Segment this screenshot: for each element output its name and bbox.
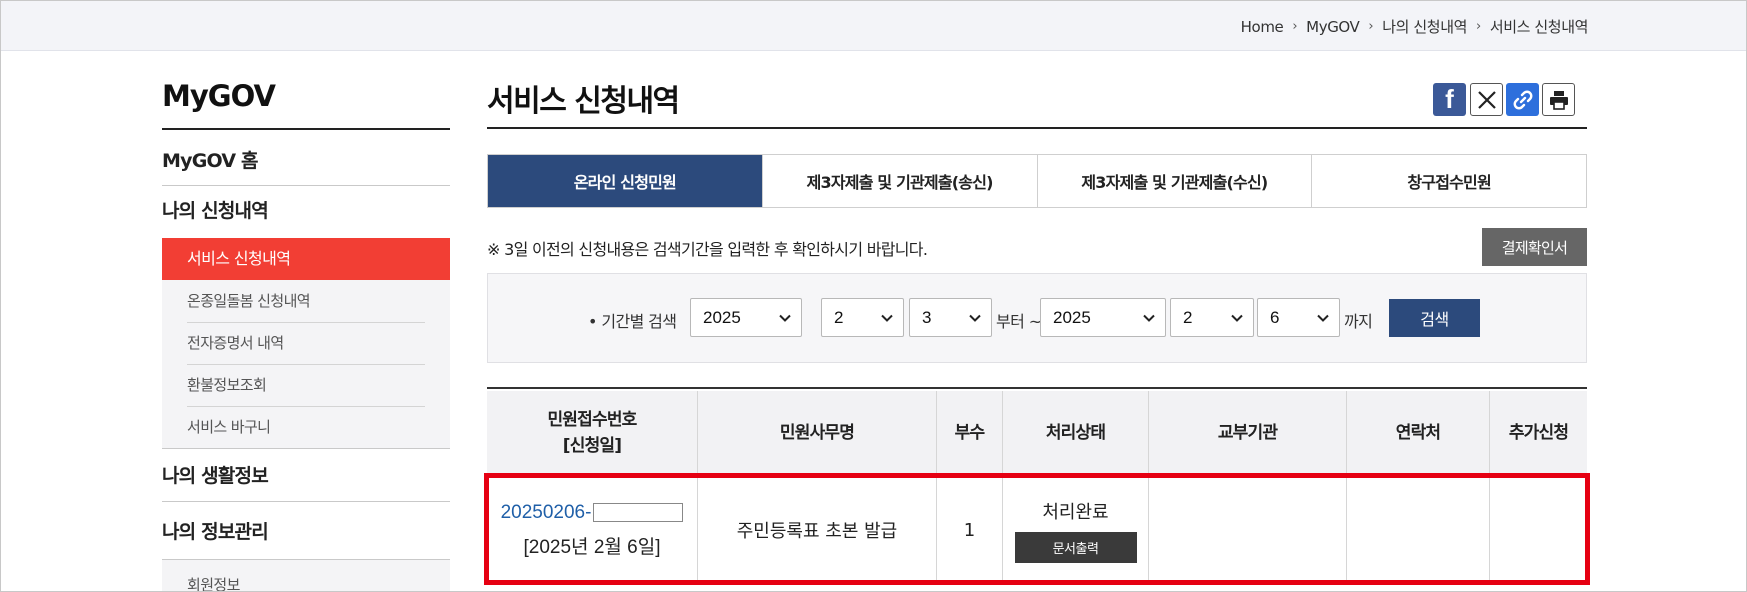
table-header: 민원접수번호 [신청일] 민원사무명 부수 처리상태 교부기관 연락처 추가신청 (487, 391, 1587, 475)
results-table: 민원접수번호 [신청일] 민원사무명 부수 처리상태 교부기관 연락처 추가신청… (484, 387, 1590, 585)
header-contact: 연락처 (1346, 391, 1489, 475)
sidebar-title-divider (162, 128, 450, 130)
to-suffix: 까지 (1344, 312, 1373, 331)
breadcrumb-current[interactable]: 서비스 신청내역 (1490, 16, 1589, 37)
title-divider (487, 127, 1587, 129)
payment-confirmation-button[interactable]: 결제확인서 (1482, 228, 1587, 266)
header-issuing-agency: 교부기관 (1148, 391, 1346, 475)
search-panel: • 기간별 검색 2025 2 3 부터 ~ 2025 2 6 까지 검색 (487, 273, 1587, 363)
header-copies: 부수 (936, 391, 1002, 475)
bullet-icon: • (588, 312, 602, 331)
print-icon[interactable] (1542, 83, 1575, 116)
cell-issuing-agency (1148, 475, 1346, 585)
sidebar-divider (162, 448, 450, 449)
chevron-right-icon: › (1368, 19, 1374, 34)
sidebar-subitem-service-basket[interactable]: 서비스 바구니 (187, 406, 425, 448)
chevron-down-icon (1143, 314, 1155, 322)
link-icon[interactable] (1506, 83, 1539, 116)
sidebar-title: MyGOV (162, 79, 276, 113)
sidebar-subitem-e-certificates[interactable]: 전자증명서 내역 (187, 322, 425, 364)
tab-third-party-sent[interactable]: 제3자제출 및 기관제출(송신) (761, 155, 1037, 207)
to-day-select[interactable]: 6 (1257, 298, 1340, 337)
from-suffix: 부터 ~ (996, 312, 1042, 331)
from-year-value: 2025 (703, 307, 741, 327)
page-frame: Home › MyGOV › 나의 신청내역 › 서비스 신청내역 MyGOV … (0, 0, 1747, 592)
top-band: Home › MyGOV › 나의 신청내역 › 서비스 신청내역 (1, 1, 1746, 51)
cell-receipt: 20250206- [2025년 2월 6일] (487, 475, 697, 585)
chevron-right-icon: › (1476, 19, 1481, 34)
receipt-number-link[interactable]: 20250206- (501, 502, 684, 524)
tab-counter-applications[interactable]: 창구접수민원 (1311, 155, 1586, 207)
sidebar-subitem-service-applications[interactable]: 서비스 신청내역 (162, 238, 450, 280)
from-year-select[interactable]: 2025 (690, 298, 802, 337)
status-text: 처리완료 (1042, 501, 1109, 523)
tab-online-applications[interactable]: 온라인 신청민원 (488, 155, 762, 207)
from-day-select[interactable]: 3 (909, 298, 992, 337)
header-service-name: 민원사무명 (697, 391, 936, 475)
header-additional: 추가신청 (1489, 391, 1587, 475)
receipt-number-text: 20250206- (500, 501, 592, 523)
cell-status: 처리완료 문서출력 (1002, 475, 1148, 585)
chevron-down-icon (1317, 314, 1329, 322)
sidebar-divider (162, 185, 450, 186)
tab-third-party-received[interactable]: 제3자제출 및 기관제출(수신) (1036, 155, 1312, 207)
search-period-label: • 기간별 검색 (588, 308, 677, 332)
from-month-select[interactable]: 2 (821, 298, 904, 337)
chevron-right-icon: › (1292, 19, 1298, 34)
cell-additional (1489, 475, 1587, 585)
breadcrumb: Home › MyGOV › 나의 신청내역 › 서비스 신청내역 (1241, 16, 1589, 37)
header-status: 처리상태 (1002, 391, 1148, 475)
to-month-select[interactable]: 2 (1170, 298, 1254, 337)
table-row: 20250206- [2025년 2월 6일] 주민등록표 초본 발급 1 처리… (487, 475, 1587, 585)
sidebar-submenu: 서비스 신청내역 온종일돌봄 신청내역 전자증명서 내역 환불정보조회 서비스 … (162, 238, 450, 449)
search-button[interactable]: 검색 (1389, 299, 1480, 337)
print-document-button[interactable]: 문서출력 (1014, 531, 1137, 563)
header-applied-date-label: [신청일] (562, 436, 622, 456)
facebook-icon[interactable]: f (1433, 83, 1466, 116)
search-label-text: 기간별 검색 (601, 312, 677, 331)
breadcrumb-home[interactable]: Home (1241, 18, 1284, 36)
chevron-down-icon (969, 314, 981, 322)
sidebar-item-my-applications[interactable]: 나의 신청내역 (162, 196, 450, 223)
chevron-down-icon (881, 314, 893, 322)
notice-text: ※ 3일 이전의 신청내용은 검색기간을 입력한 후 확인하시기 바랍니다. (487, 240, 928, 259)
sidebar-subitem-refund-info[interactable]: 환불정보조회 (187, 364, 425, 406)
header-receipt-no-label: 민원접수번호 (547, 410, 637, 430)
cell-contact (1346, 475, 1489, 585)
chevron-down-icon (1231, 314, 1243, 322)
sidebar-item-info-manage[interactable]: 나의 정보관리 (162, 517, 450, 544)
applied-date: [2025년 2월 6일] (523, 536, 661, 558)
to-year-value: 2025 (1053, 307, 1091, 327)
from-month-value: 2 (834, 307, 844, 327)
sidebar-submenu: 회원정보 (162, 559, 450, 591)
to-day-value: 6 (1270, 307, 1280, 327)
cell-service-name: 주민등록표 초본 발급 (697, 475, 936, 585)
tab-bar: 온라인 신청민원 제3자제출 및 기관제출(송신) 제3자제출 및 기관제출(수… (487, 154, 1587, 208)
sidebar-item-life-info[interactable]: 나의 생활정보 (162, 461, 450, 488)
to-month-value: 2 (1183, 307, 1193, 327)
sidebar-divider (162, 501, 450, 502)
to-year-select[interactable]: 2025 (1040, 298, 1166, 337)
sidebar-subitem-member-info[interactable]: 회원정보 (187, 564, 425, 591)
breadcrumb-my-applications[interactable]: 나의 신청내역 (1382, 16, 1467, 37)
breadcrumb-mygov[interactable]: MyGOV (1306, 18, 1360, 36)
page-title: 서비스 신청내역 (487, 84, 680, 119)
cell-copies: 1 (936, 475, 1002, 585)
sidebar-item-mygov-home[interactable]: MyGOV 홈 (162, 146, 450, 173)
sidebar-subitem-all-day-care[interactable]: 온종일돌봄 신청내역 (187, 280, 425, 322)
x-icon[interactable] (1470, 83, 1503, 116)
chevron-down-icon (779, 314, 791, 322)
masked-receipt-suffix (593, 503, 684, 522)
header-receipt-no: 민원접수번호 [신청일] (487, 391, 697, 475)
sidebar-divider (162, 559, 450, 560)
from-day-value: 3 (922, 307, 932, 327)
